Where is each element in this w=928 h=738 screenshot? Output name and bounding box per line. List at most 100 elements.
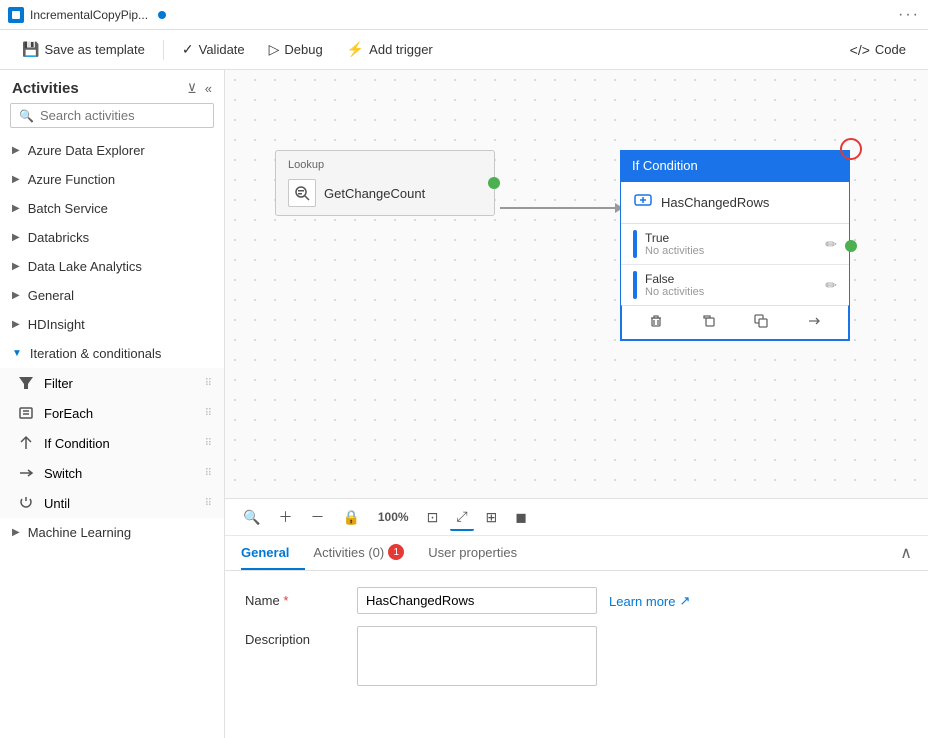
tab-user-properties[interactable]: User properties [428,537,533,570]
canvas-workspace[interactable]: Lookup GetChangeCount [225,70,928,498]
sidebar-item-general[interactable]: ▶ General [0,281,224,310]
tab-activities[interactable]: Activities (0) 1 [313,536,420,570]
sidebar-item-filter[interactable]: Filter ⠿ [0,368,224,398]
node-name-label: GetChangeCount [324,186,425,201]
sidebar-item-label: Batch Service [28,201,108,216]
lookup-node[interactable]: Lookup GetChangeCount [275,150,495,216]
trigger-icon: ⚡ [347,41,364,58]
toolbar-separator [163,40,164,60]
chevron-right-icon: ▶ [12,145,20,156]
chevron-right-icon: ▶ [12,203,20,214]
if-condition-node[interactable]: If Condition HasChangedRows [620,150,850,341]
delete-node-button[interactable] [643,312,669,333]
add-successor-button[interactable] [801,312,827,333]
lookup-icon [288,179,316,207]
sidebar-item-label: Data Lake Analytics [28,259,142,274]
canvas-toolbar: 🔍 ＋ － 🔒 100% ⊡ ⤢ ⊞ ◼ [225,499,928,536]
sidebar-item-data-lake-analytics[interactable]: ▶ Data Lake Analytics [0,252,224,281]
drag-handle-icon: ⠿ [205,498,212,509]
canvas-frame-button[interactable]: ⊡ [421,505,445,530]
more-options-button[interactable]: ··· [898,6,920,24]
sidebar-item-label: Iteration & conditionals [30,346,162,361]
name-input[interactable] [357,587,597,614]
nav-items: ▶ Azure Data Explorer ▶ Azure Function ▶… [0,136,224,738]
sidebar-item-label: Azure Function [28,172,115,187]
canvas-zoom-out-button[interactable]: － [304,503,330,531]
chevron-right-icon: ▶ [12,174,20,185]
sidebar-item-foreach[interactable]: ForEach ⠿ [0,398,224,428]
canvas-cursor-button[interactable]: ⤢ [450,504,473,531]
collapse-icon[interactable]: « [205,81,212,97]
sidebar-item-azure-data-explorer[interactable]: ▶ Azure Data Explorer [0,136,224,165]
debug-icon: ▷ [269,41,280,58]
code-icon: </> [850,42,870,58]
sidebar-item-hdinsight[interactable]: ▶ HDInsight [0,310,224,339]
canvas-add-button[interactable]: ＋ [272,503,298,531]
canvas-lock-button[interactable]: 🔒 [336,505,365,530]
foreach-activity-icon [16,405,36,421]
search-input[interactable] [40,108,205,123]
external-link-icon: ↗ [679,593,690,609]
until-activity-icon [16,495,36,511]
false-branch[interactable]: False No activities ✏ [621,265,849,305]
filter-activity-icon [16,375,36,391]
node-footer [621,305,849,340]
tab-general[interactable]: General [241,537,305,570]
app-icon [8,7,24,23]
sidebar-item-iteration-conditionals[interactable]: ▼ Iteration & conditionals [0,339,224,368]
edit-false-branch-icon[interactable]: ✏ [825,277,837,294]
debug-button[interactable]: ▷ Debug [259,37,333,62]
unsaved-dot [158,11,166,19]
canvas-fit-button[interactable]: 100% [372,506,415,528]
sidebar-item-batch-service[interactable]: ▶ Batch Service [0,194,224,223]
required-indicator: * [283,593,288,608]
sidebar-item-machine-learning[interactable]: ▶ Machine Learning [0,518,224,547]
copy-node-button[interactable] [696,312,722,333]
validate-button[interactable]: ✓ Validate [172,37,255,62]
drag-handle-icon: ⠿ [205,468,212,479]
sidebar-item-databricks[interactable]: ▶ Databricks [0,223,224,252]
title-bar: IncrementalCopyPip... ··· [0,0,928,30]
collapse-panel-button[interactable]: ∧ [900,543,912,563]
main-layout: Activities ⊻ « 🔍 ▶ Azure Data Explorer ▶… [0,70,928,738]
error-indicator [840,138,862,160]
add-trigger-button[interactable]: ⚡ Add trigger [337,37,443,62]
tab-title: IncrementalCopyPip... [30,8,148,22]
true-branch[interactable]: True No activities ✏ [621,224,849,265]
sidebar-item-label: General [28,288,74,303]
bottom-form-content: Name * Learn more ↗ Description [225,571,928,738]
output-connector [488,177,500,189]
edit-true-branch-icon[interactable]: ✏ [825,236,837,253]
canvas-theme-button[interactable]: ◼ [509,505,533,530]
clone-node-button[interactable] [748,312,774,333]
sidebar-item-until[interactable]: Until ⠿ [0,488,224,518]
description-input[interactable] [357,626,597,686]
condition-name-row: HasChangedRows [621,182,849,224]
toolbar: 💾 Save as template ✓ Validate ▷ Debug ⚡ … [0,30,928,70]
sidebar-item-if-condition[interactable]: If Condition ⠿ [0,428,224,458]
panel-icons: ⊻ « [187,81,212,97]
sidebar-item-azure-function[interactable]: ▶ Azure Function [0,165,224,194]
filter-icon[interactable]: ⊻ [187,81,197,97]
canvas-grid-button[interactable]: ⊞ [480,505,504,530]
sidebar-item-label: Databricks [28,230,89,245]
search-box[interactable]: 🔍 [10,103,214,128]
sidebar-item-label: HDInsight [28,317,85,332]
canvas-area: Lookup GetChangeCount [225,70,928,738]
if-condition-activity-icon [16,435,36,451]
bottom-panel: 🔍 ＋ － 🔒 100% ⊡ ⤢ ⊞ ◼ General Activities … [225,498,928,738]
sidebar-item-label: Azure Data Explorer [28,143,145,158]
canvas-search-button[interactable]: 🔍 [237,505,266,530]
learn-more-link[interactable]: Learn more ↗ [609,587,690,609]
bottom-tabs: General Activities (0) 1 User properties… [225,536,928,571]
chevron-right-icon: ▶ [12,232,20,243]
save-template-button[interactable]: 💾 Save as template [12,37,155,62]
drag-handle-icon: ⠿ [205,438,212,449]
if-node-body: HasChangedRows True No activities ✏ [620,181,850,341]
condition-name-text: HasChangedRows [661,195,769,210]
sidebar-item-switch[interactable]: Switch ⠿ [0,458,224,488]
name-label: Name * [245,587,345,608]
code-button[interactable]: </> Code [840,38,916,62]
description-label: Description [245,626,345,647]
sub-items-list: Filter ⠿ ForEach ⠿ [0,368,224,518]
